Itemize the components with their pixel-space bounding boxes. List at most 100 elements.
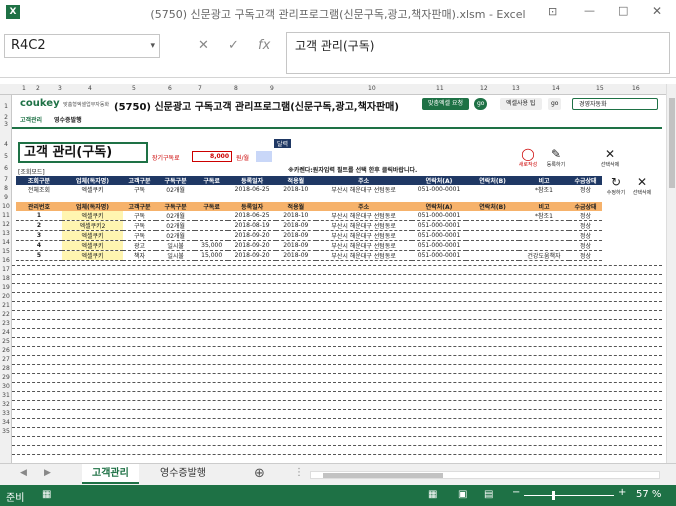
empty-row[interactable] xyxy=(12,454,662,455)
empty-row[interactable] xyxy=(12,265,662,266)
go-button[interactable]: go xyxy=(474,98,488,110)
empty-row[interactable] xyxy=(12,445,662,446)
empty-row[interactable] xyxy=(12,373,662,374)
row-header[interactable]: 5 xyxy=(0,153,12,160)
row-header[interactable]: 24 xyxy=(0,329,12,336)
table-cell[interactable]: 정상 xyxy=(569,231,602,241)
maximize-icon[interactable]: □ xyxy=(618,4,628,17)
vertical-scrollbar[interactable] xyxy=(666,84,676,463)
table-cell[interactable] xyxy=(466,211,518,221)
row-header[interactable]: 35 xyxy=(0,428,12,435)
row-header[interactable]: 32 xyxy=(0,401,12,408)
table-cell[interactable]: 광고 xyxy=(123,241,156,251)
table-cell[interactable] xyxy=(519,221,569,231)
table-cell[interactable] xyxy=(466,231,518,241)
empty-row[interactable] xyxy=(12,382,662,383)
column-header[interactable]: 8 xyxy=(234,85,238,92)
empty-row[interactable] xyxy=(12,355,662,356)
row-header[interactable]: 18 xyxy=(0,275,12,282)
row-header[interactable]: 1 xyxy=(0,103,12,110)
table-cell[interactable]: 2018-09 xyxy=(276,221,315,231)
register-button[interactable]: ✎ 등록하기 xyxy=(544,147,568,168)
row-header[interactable]: 15 xyxy=(0,248,12,255)
column-header[interactable]: 14 xyxy=(552,85,560,92)
row-header[interactable]: 4 xyxy=(0,141,12,148)
table-row[interactable]: 5 엑셀쿠키 책자 일시불 15,000 2018-09-20 2018-09 부산시 해운대… xyxy=(16,250,602,261)
table-cell[interactable]: 2018-09 xyxy=(276,231,315,241)
column-header[interactable]: 15 xyxy=(596,85,604,92)
prev-sheet-icon[interactable]: ◀ xyxy=(20,468,27,478)
empty-row[interactable] xyxy=(12,391,662,392)
table-cell[interactable]: 책자 xyxy=(123,251,156,261)
table-cell[interactable]: 정상 xyxy=(569,211,602,221)
empty-row[interactable] xyxy=(12,328,662,329)
search-cell[interactable]: 엑셀쿠키 xyxy=(62,185,123,194)
empty-row[interactable] xyxy=(12,400,662,401)
table-cell[interactable]: 정상 xyxy=(569,251,602,261)
column-header[interactable]: 3 xyxy=(58,85,62,92)
row-header[interactable]: 14 xyxy=(0,239,12,246)
column-header[interactable]: 12 xyxy=(480,85,488,92)
search-row[interactable]: 전체조회 엑셀쿠키 구독 02개월 2018-06-25 2018-10 부산시 해운대구 … xyxy=(16,185,602,194)
horizontal-scrollbar[interactable] xyxy=(310,471,660,479)
row-header[interactable]: 8 xyxy=(0,185,12,192)
table-cell[interactable]: 2 xyxy=(16,221,62,231)
table-cell[interactable]: 정상 xyxy=(569,241,602,251)
table-cell[interactable]: 엑셀쿠키 xyxy=(61,211,124,221)
edit-button[interactable]: ↻ 수정하기 xyxy=(604,175,628,196)
column-header[interactable]: 1 xyxy=(22,85,26,92)
empty-row[interactable] xyxy=(12,292,662,293)
row-header[interactable]: 31 xyxy=(0,392,12,399)
search-cell[interactable]: 전체조회 xyxy=(16,185,62,194)
table-cell[interactable] xyxy=(195,231,228,241)
page-break-icon[interactable]: ▤ xyxy=(484,489,493,500)
column-header[interactable]: 4 xyxy=(88,85,92,92)
row-header[interactable]: 6 xyxy=(0,165,12,172)
table-cell[interactable]: 엑셀쿠키 xyxy=(61,240,124,251)
table-cell[interactable]: 2018-09-20 xyxy=(228,241,276,251)
row-header[interactable]: 27 xyxy=(0,356,12,363)
row-header[interactable]: 22 xyxy=(0,311,12,318)
row-header[interactable]: 13 xyxy=(0,230,12,237)
scroll-thumb[interactable] xyxy=(669,98,675,188)
sheet-tab-receipt[interactable]: 영수증발행 xyxy=(150,464,216,484)
search-cell[interactable] xyxy=(466,185,518,194)
list-table[interactable]: 1 엑셀쿠키 구독 02개월 2018-06-25 2018-10 부산시 해운대구 선텀동… xyxy=(16,211,602,261)
row-header[interactable]: 11 xyxy=(0,212,12,219)
search-cell[interactable]: *참조1 xyxy=(519,185,569,194)
table-cell[interactable]: 부산시 해운대구 선텀동로 xyxy=(316,241,412,251)
table-row[interactable]: 1 엑셀쿠키 구독 02개월 2018-06-25 2018-10 부산시 해운대구 선텀동… xyxy=(16,211,602,221)
row-header[interactable]: 16 xyxy=(0,257,12,264)
sheet-tab-customer[interactable]: 고객관리 xyxy=(82,464,139,484)
table-cell[interactable] xyxy=(466,221,518,231)
next-sheet-icon[interactable]: ▶ xyxy=(44,468,51,478)
empty-row[interactable] xyxy=(12,310,662,311)
search-cell[interactable]: 정상 xyxy=(569,185,602,194)
column-header[interactable]: 13 xyxy=(512,85,520,92)
table-cell[interactable]: 2018-09 xyxy=(276,241,315,251)
tab-customer[interactable]: 고객관리 xyxy=(20,117,42,124)
page-layout-icon[interactable]: ▣ xyxy=(458,489,467,500)
table-cell[interactable]: 2018-10 xyxy=(276,211,315,221)
table-cell[interactable]: 엑셀쿠키 xyxy=(61,250,124,261)
row-header[interactable]: 19 xyxy=(0,284,12,291)
empty-row[interactable] xyxy=(12,364,662,365)
column-header[interactable]: 2 xyxy=(36,85,40,92)
row-header[interactable]: 12 xyxy=(0,221,12,228)
table-cell[interactable]: 051-000-0001 xyxy=(412,221,467,231)
cancel-icon[interactable]: ✕ xyxy=(198,38,209,53)
row-header[interactable]: 33 xyxy=(0,410,12,417)
table-cell[interactable]: 051-000-0001 xyxy=(412,231,467,241)
row-header[interactable]: 21 xyxy=(0,302,12,309)
table-cell[interactable]: 구독 xyxy=(123,211,156,221)
table-cell[interactable]: 2018-09-20 xyxy=(228,231,276,241)
name-box[interactable]: R4C2 ▾ xyxy=(4,34,160,58)
empty-row[interactable] xyxy=(12,427,662,428)
zoom-slider-thumb[interactable] xyxy=(552,491,555,500)
row-header[interactable]: 23 xyxy=(0,320,12,327)
table-cell[interactable]: 부산시 해운대구 선텀동로 xyxy=(316,211,412,221)
table-cell[interactable]: 구독 xyxy=(123,221,156,231)
zoom-slider[interactable] xyxy=(524,491,614,500)
table-cell[interactable]: 구독 xyxy=(123,231,156,241)
table-cell[interactable]: 2018-09-20 xyxy=(228,251,276,261)
